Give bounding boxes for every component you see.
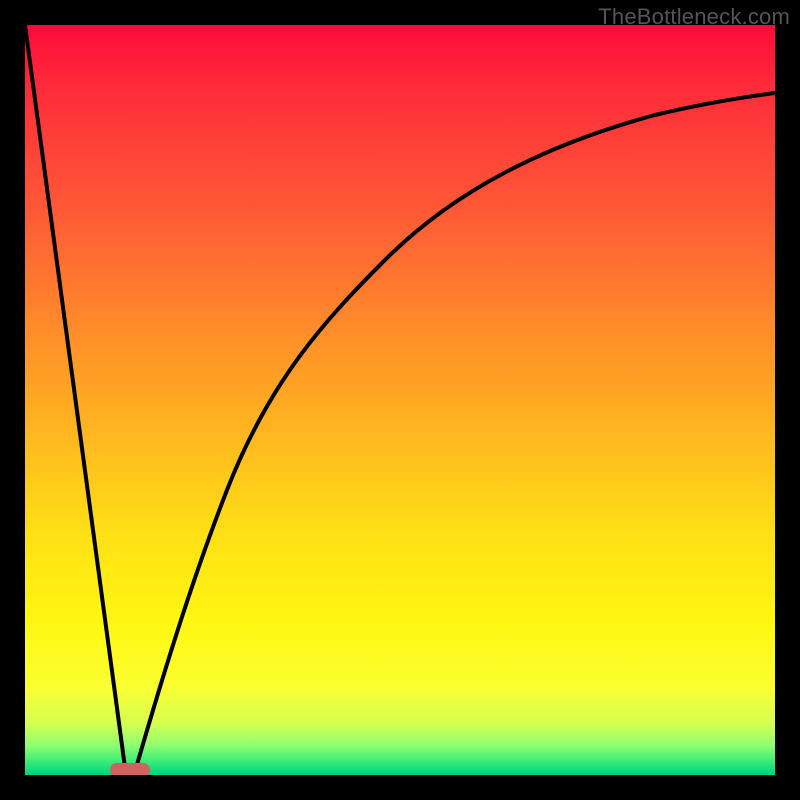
left-branch-line: [25, 25, 126, 775]
watermark-text: TheBottleneck.com: [598, 4, 790, 30]
plot-area: [25, 25, 775, 775]
curve-layer: [25, 25, 775, 775]
right-branch-line: [134, 93, 775, 775]
chart-frame: TheBottleneck.com: [0, 0, 800, 800]
bottleneck-marker: [110, 763, 150, 775]
